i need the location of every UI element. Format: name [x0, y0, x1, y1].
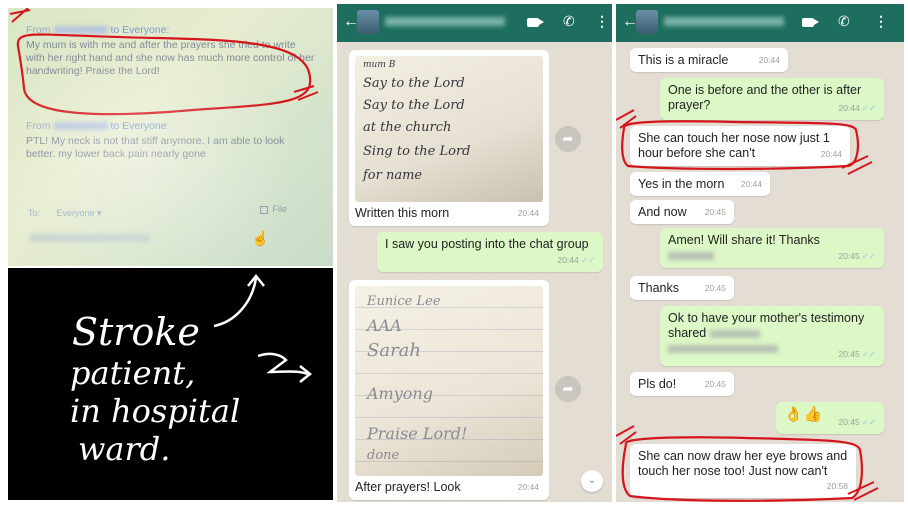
handwriting-line: Amyong — [367, 384, 433, 403]
message-time: 20:44 ✓✓ — [557, 255, 595, 265]
red-annotation-overlay — [9, 8, 319, 116]
video-call-icon[interactable] — [527, 18, 544, 27]
share-arrow-icon[interactable]: ➦ — [555, 126, 581, 152]
highlight-oval — [621, 436, 863, 502]
message-time: 20:44 — [517, 208, 539, 218]
share-arrow-icon[interactable]: ➦ — [555, 376, 581, 402]
whatsapp-chat-right: ← ✆ ⋮ This is a miracle 20:44 One is bef… — [616, 4, 904, 502]
handwriting-line: done — [367, 448, 400, 463]
photo-message-2[interactable]: Eunice Lee AAA Sarah Amyong Praise Lord!… — [349, 280, 549, 500]
caption-chalkboard: Stroke patient, in hospital ward. — [8, 268, 333, 500]
overflow-menu-icon[interactable]: ⋮ — [595, 13, 609, 30]
highlight-oval — [621, 120, 859, 171]
red-annotation-overlay — [616, 109, 879, 502]
photo-message-1[interactable]: mum B Say to the Lord Say to the Lord at… — [349, 50, 549, 226]
message-text: I saw you posting into the chat group — [385, 237, 589, 251]
contact-name-blurred[interactable] — [385, 17, 505, 26]
handwriting-line: Sarah — [367, 340, 421, 361]
handwriting-line: Praise Lord! — [367, 424, 468, 443]
message-bubble-outgoing: I saw you posting into the chat group 20… — [377, 232, 603, 272]
arrow-right-icon — [257, 352, 309, 376]
handwriting-line: for name — [363, 168, 423, 183]
handwriting-line: at the church — [363, 120, 452, 135]
whatsapp-chat-left: ← ✆ ⋮ mum B Say to the Lord Say to the L… — [337, 4, 612, 502]
handwriting-photo-1[interactable]: mum B Say to the Lord Say to the Lord at… — [355, 56, 543, 202]
handwriting-line: mum B — [363, 60, 396, 70]
avatar[interactable] — [357, 10, 379, 34]
zoom-chat-photo: From to Everyone: My mum is with me and a… — [8, 8, 333, 266]
read-ticks-icon: ✓✓ — [580, 255, 595, 265]
handwriting-photo-2[interactable]: Eunice Lee AAA Sarah Amyong Praise Lord!… — [355, 286, 543, 476]
photo-caption: Written this morn — [355, 206, 450, 220]
handwriting-line: Eunice Lee — [367, 294, 441, 309]
highlight-tick-top — [9, 8, 31, 23]
handwriting-line: Say to the Lord — [363, 76, 465, 91]
highlight-oval — [16, 33, 312, 116]
phone-icon[interactable]: ✆ — [563, 13, 575, 30]
caption-arrows — [213, 273, 313, 383]
handwriting-line: AAA — [367, 316, 402, 335]
highlight-tick-right — [841, 155, 873, 175]
photo-caption: After prayers! Look — [355, 480, 461, 494]
handwriting-line: Say to the Lord — [363, 98, 465, 113]
message-time: 20:44 — [517, 482, 539, 492]
chat-header: ← ✆ ⋮ — [337, 4, 612, 42]
handwriting-line: Sing to the Lord — [363, 144, 471, 159]
scroll-down-icon[interactable]: ⌄ — [581, 470, 603, 492]
